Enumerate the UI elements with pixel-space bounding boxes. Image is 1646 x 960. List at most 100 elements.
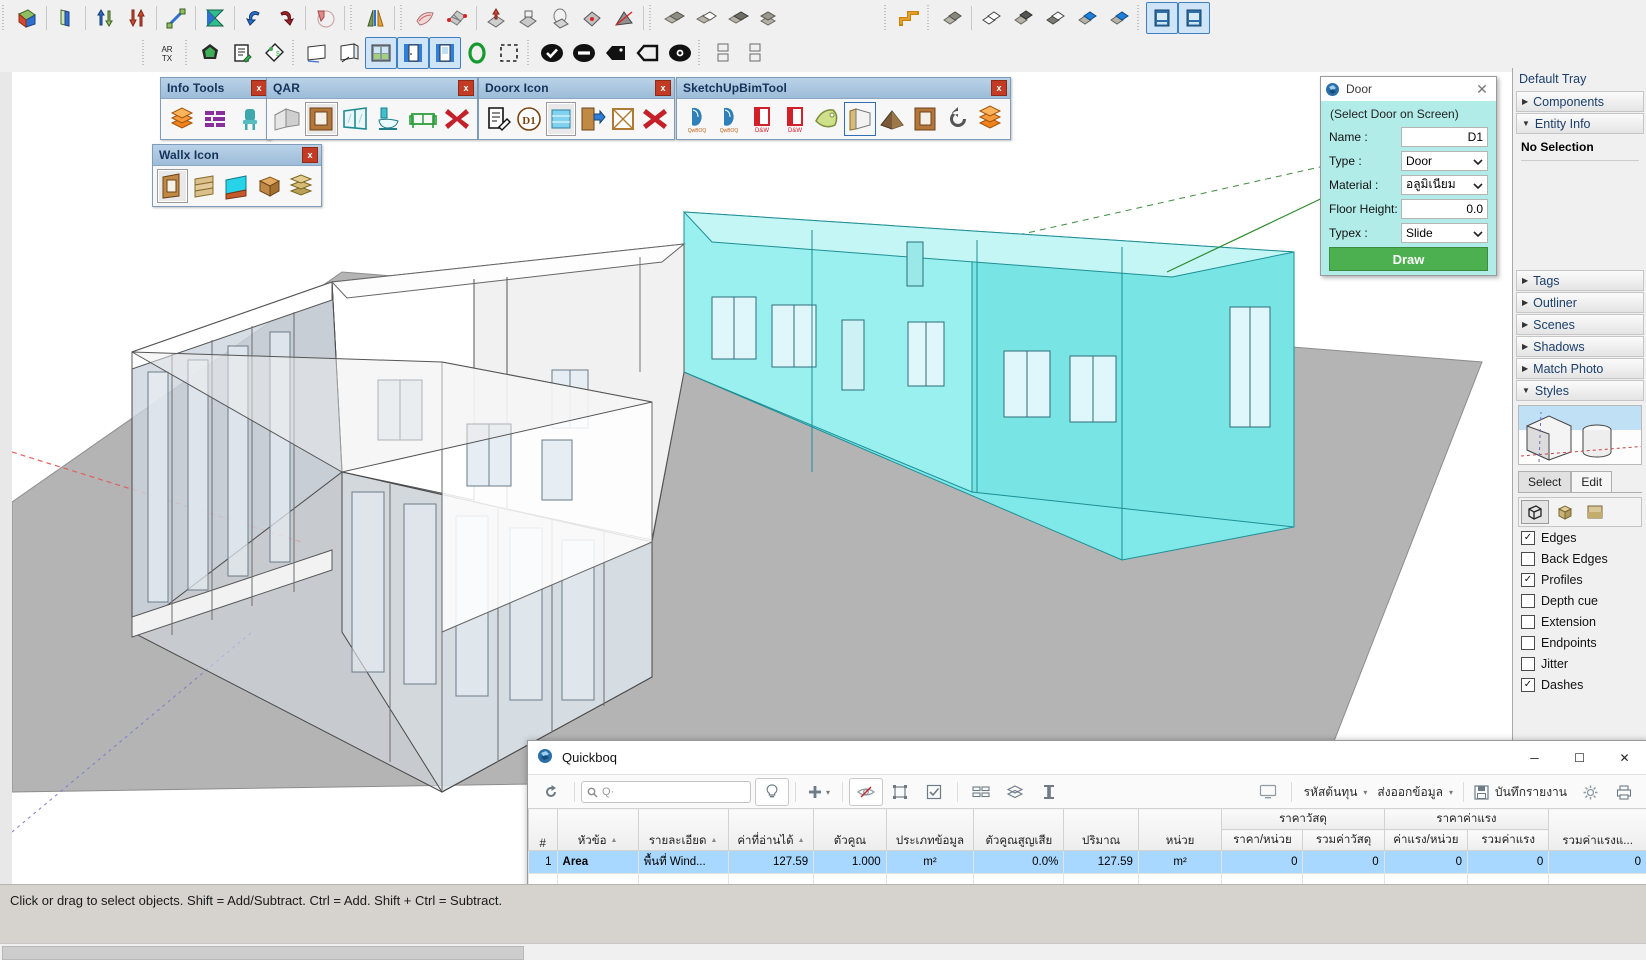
scale-tool-button[interactable]: [160, 2, 192, 34]
door-panel-icon-button[interactable]: [305, 102, 338, 136]
door-name-input[interactable]: D1: [1401, 127, 1488, 147]
tag-outline-tool-button[interactable]: [632, 37, 664, 69]
check-badge-tool-button[interactable]: [536, 37, 568, 69]
tab-edit[interactable]: Edit: [1571, 471, 1612, 492]
checkbox-box[interactable]: ✓: [1521, 678, 1535, 692]
col-data-type[interactable]: ประเภทข้อมูล: [886, 809, 974, 851]
toolbar-grip[interactable]: [2, 5, 9, 31]
palette-titlebar[interactable]: QAR x: [267, 78, 477, 99]
delete-red-x-icon-button[interactable]: [440, 102, 473, 136]
quick-nav-tool-button[interactable]: [194, 37, 226, 69]
close-icon[interactable]: x: [251, 80, 267, 96]
flip-along-blue-button[interactable]: [89, 2, 121, 34]
palette-sketchupbimtool[interactable]: SketchUpBimTool x QwBOQ QwBOQ D&W D&W: [676, 77, 1011, 140]
grid-tool-button[interactable]: [441, 2, 473, 34]
col-labor-per-unit[interactable]: ค่าแรง/หน่วย: [1384, 830, 1467, 851]
document-edit-icon-button[interactable]: [483, 102, 513, 136]
layout-b-tool-button[interactable]: [739, 37, 771, 69]
building-tool-a-button[interactable]: [1146, 2, 1178, 34]
toolbar-grip[interactable]: [698, 40, 705, 66]
checkbox-box[interactable]: ✓: [1521, 573, 1535, 587]
toolbar-grip[interactable]: [884, 5, 891, 31]
checkbox-endpoints[interactable]: Endpoints: [1513, 632, 1646, 653]
checkbox-box[interactable]: [1521, 636, 1535, 650]
palette-titlebar[interactable]: SketchUpBimTool x: [677, 78, 1010, 99]
style-preview-thumbnail[interactable]: [1518, 405, 1642, 465]
undo-circle-icon-button[interactable]: [942, 102, 974, 136]
component-blue-a-button[interactable]: [1071, 2, 1103, 34]
close-icon[interactable]: x: [302, 147, 318, 163]
wall-stack-icon-button[interactable]: [286, 169, 317, 203]
tray-section-shadows[interactable]: ▶ Shadows: [1516, 336, 1644, 357]
eye-badge-tool-button[interactable]: [664, 37, 696, 69]
wall-box-icon-button[interactable]: [254, 169, 285, 203]
chevron-down-icon[interactable]: ▾: [826, 788, 830, 797]
toolbar-grip[interactable]: [292, 40, 299, 66]
add-icon-button[interactable]: ▾: [802, 778, 836, 806]
brick-icon-button[interactable]: [964, 778, 998, 806]
window-tool-button[interactable]: [365, 37, 397, 69]
door-dialog-titlebar[interactable]: Door ✕: [1321, 77, 1496, 101]
marquee-select-tool-button[interactable]: [493, 37, 525, 69]
chevron-down-icon[interactable]: ▾: [1363, 788, 1367, 797]
palette-qar[interactable]: QAR x: [266, 77, 478, 140]
quickboq-titlebar[interactable]: Quickboq ─ ☐ ✕: [528, 741, 1646, 774]
tray-section-scenes[interactable]: ▶ Scenes: [1516, 314, 1644, 335]
qb-boq-a-icon-button[interactable]: QwBOQ: [681, 102, 713, 136]
projection-tool-button[interactable]: [512, 2, 544, 34]
toolbar-grip[interactable]: [527, 40, 534, 66]
col-unit[interactable]: หน่วย: [1138, 809, 1221, 851]
door-type-select[interactable]: Door: [1401, 151, 1488, 171]
palette-titlebar[interactable]: Info Tools x: [161, 78, 270, 99]
component-solid-button[interactable]: [936, 2, 968, 34]
tray-section-entity-info[interactable]: ▼ Entity Info: [1516, 113, 1644, 134]
door-typex-select[interactable]: Slide: [1401, 223, 1488, 243]
checkbox-box[interactable]: [1521, 657, 1535, 671]
checkbox-box[interactable]: [1521, 552, 1535, 566]
solid-tools-intersect-button[interactable]: [50, 2, 82, 34]
edge-settings-icon[interactable]: [1521, 500, 1549, 524]
close-icon[interactable]: x: [991, 80, 1007, 96]
tray-section-components[interactable]: ▶ Components: [1516, 91, 1644, 112]
component-blue-b-button[interactable]: [1103, 2, 1135, 34]
wall-door-icon-button[interactable]: [157, 169, 188, 203]
tray-section-tags[interactable]: ▶ Tags: [1516, 270, 1644, 291]
refresh-icon-button[interactable]: [534, 778, 568, 806]
solid-tools-outer-shell-button[interactable]: [11, 2, 43, 34]
layout-a-tool-button[interactable]: [707, 37, 739, 69]
search-input[interactable]: Q·: [581, 781, 751, 803]
door-plain-tool-button[interactable]: [397, 37, 429, 69]
brick-wall-icon-button[interactable]: [199, 102, 232, 136]
close-button[interactable]: ✕: [1602, 741, 1646, 774]
fabric-drape-button[interactable]: [409, 2, 441, 34]
component-ghost-button[interactable]: [1039, 2, 1071, 34]
mirror-tool-button[interactable]: [199, 2, 231, 34]
col-material-total[interactable]: รวมค่าวัสดุ: [1303, 830, 1384, 851]
col-detail[interactable]: รายละเอียด▲: [638, 809, 728, 851]
door-floor-height-input[interactable]: 0.0: [1401, 199, 1488, 219]
palette-info-tools[interactable]: Info Tools x: [160, 77, 271, 140]
window-blue-icon-button[interactable]: [546, 102, 576, 136]
chevron-down-icon[interactable]: ▾: [1449, 788, 1453, 797]
opening-cross-icon-button[interactable]: [608, 102, 638, 136]
component-wire-button[interactable]: [975, 2, 1007, 34]
building-tool-b-button[interactable]: [1178, 2, 1210, 34]
close-icon[interactable]: x: [458, 80, 474, 96]
export-data-button[interactable]: ส่งออกข้อมูล ▾: [1371, 778, 1457, 806]
tray-section-styles[interactable]: ▼ Styles: [1516, 380, 1644, 401]
col-labor-total[interactable]: รวมค่าแรง: [1468, 830, 1549, 851]
layers-orange-icon-button[interactable]: [974, 102, 1006, 136]
toilet-icon-button[interactable]: [372, 102, 405, 136]
col-read-value[interactable]: ค่าที่อ่านได้▲: [728, 809, 814, 851]
checkbox-box[interactable]: [1521, 594, 1535, 608]
checkbox-extension[interactable]: Extension: [1513, 611, 1646, 632]
palette-titlebar[interactable]: Doorx Icon x: [479, 78, 674, 99]
palette-wallx-icon[interactable]: Wallx Icon x: [152, 144, 322, 207]
group-split-tool-button[interactable]: [690, 2, 722, 34]
door-brown-icon-button[interactable]: [909, 102, 941, 136]
checkbox-dashes[interactable]: ✓ Dashes: [1513, 674, 1646, 695]
eye-slash-icon-button[interactable]: [849, 778, 883, 806]
column-icon-button[interactable]: [1032, 778, 1066, 806]
roof-icon-button[interactable]: [877, 102, 909, 136]
horizontal-scrollbar[interactable]: [0, 943, 1646, 960]
